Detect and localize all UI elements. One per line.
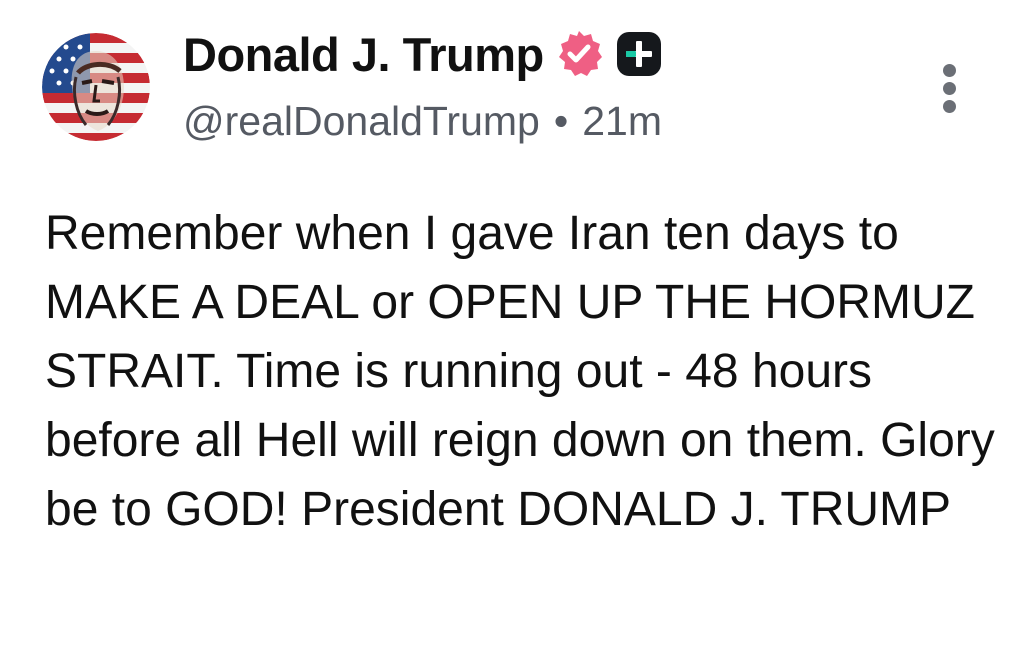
author-name-row: Donald J. Trump — [183, 24, 664, 84]
meta-separator: • — [553, 97, 569, 144]
flag-portrait-avatar-icon — [42, 33, 150, 141]
plus-badge-icon — [614, 29, 664, 79]
author-handle[interactable]: @realDonaldTrump — [183, 98, 540, 145]
post-card: Donald J. Trump @realDonaldTrump • 21m R… — [0, 0, 1024, 651]
author-meta-row: @realDonaldTrump • 21m — [183, 93, 662, 149]
more-vertical-icon — [943, 100, 956, 113]
verified-badge-icon — [554, 29, 604, 79]
more-options-button[interactable] — [930, 58, 970, 118]
post-timestamp[interactable]: 21m — [582, 98, 662, 145]
author-display-name[interactable]: Donald J. Trump — [183, 27, 544, 82]
more-vertical-icon — [943, 64, 956, 77]
avatar[interactable] — [42, 33, 150, 141]
more-vertical-icon — [943, 82, 956, 95]
post-text: Remember when I gave Iran ten days to MA… — [45, 207, 995, 536]
